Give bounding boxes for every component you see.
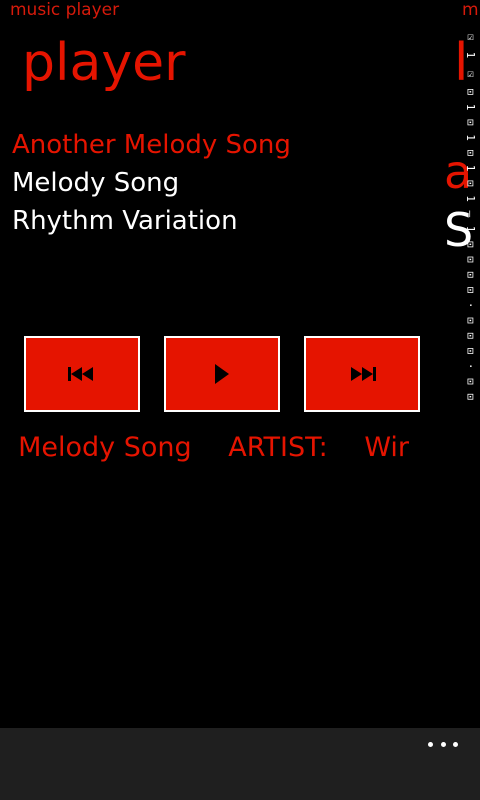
- app-bar: [0, 728, 480, 800]
- ellipsis-icon-dot: [453, 741, 458, 747]
- now-playing-marquee: Another Melody Song ARTIST: Wir: [12, 428, 432, 468]
- now-playing-text: Another Melody Song ARTIST: Wir: [12, 428, 432, 468]
- song-list: Another Melody Song Melody Song Rhythm V…: [12, 126, 291, 240]
- skip-next-icon: [348, 367, 376, 381]
- song-item-melody-song[interactable]: Melody Song: [12, 164, 291, 202]
- next-section-vertical-text: ☑ 1 ☑ ⊡ 1 ⊡ 1 ⊡ 1 ⊡ 1 — 1 ⊡ ⊡ ⊡ ⊡ · ⊡ ⊡ …: [464, 30, 480, 400]
- song-item-another-melody-song[interactable]: Another Melody Song: [12, 126, 291, 164]
- screen: music player player Another Melody Song …: [0, 0, 480, 800]
- next-section-app-title: m: [462, 0, 479, 20]
- play-button[interactable]: [164, 336, 280, 412]
- page-title: player: [22, 33, 186, 93]
- vertical-text: ☑ 1 ☑ ⊡ 1 ⊡ 1 ⊡ 1 ⊡ 1 — 1 ⊡ ⊡ ⊡ ⊡ · ⊡ ⊡ …: [464, 30, 477, 400]
- ellipsis-icon-dot: [440, 741, 446, 747]
- artist-label: ARTIST:: [228, 432, 328, 463]
- app-title: music player: [10, 0, 120, 20]
- now-playing-song: Another Melody Song: [12, 432, 192, 463]
- artist-value: Wir: [364, 432, 410, 463]
- skip-previous-icon: [68, 367, 96, 381]
- play-icon: [214, 364, 230, 384]
- more-options-button[interactable]: [428, 736, 458, 752]
- song-item-rhythm-variation[interactable]: Rhythm Variation: [12, 202, 291, 240]
- next-button[interactable]: [304, 336, 420, 412]
- playback-controls: [24, 336, 420, 412]
- ellipsis-icon: [428, 741, 433, 747]
- previous-button[interactable]: [24, 336, 140, 412]
